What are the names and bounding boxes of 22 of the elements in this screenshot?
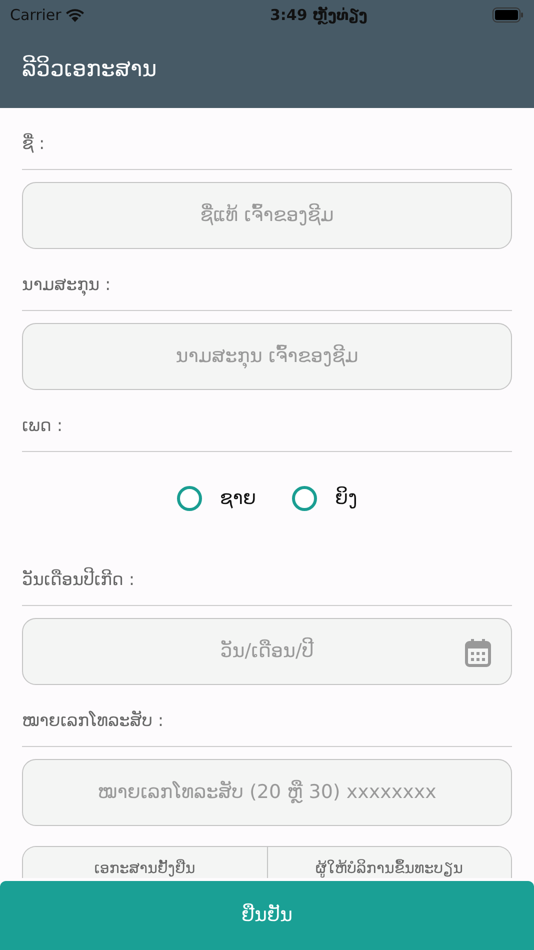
input-field[interactable]: ນາມສະກຸນ ເຈົ້າຂອງຊີມ	[22, 323, 512, 390]
field-label: ວັນເດືອນປີເກີດ :	[22, 568, 135, 593]
segment-tab[interactable]: ຜູ້ໃຫ້ບໍລິການຂຶ້ນທະບຽນ	[266, 847, 511, 878]
field-label: ໝາຍເລກໂທລະສັບ :	[22, 710, 164, 732]
battery-icon	[492, 7, 524, 23]
confirm-button[interactable]: ຢືນຢັນ	[0, 881, 534, 950]
date-field[interactable]: ວັນ/ເດືອນ/ປີ	[22, 618, 512, 685]
placeholder-text: ວັນ/ເດືອນ/ປີ	[220, 636, 314, 667]
status-time: 3:49 ຫຼັງທ່ຽງ	[270, 4, 368, 26]
wifi-icon	[65, 8, 86, 22]
calendar-icon[interactable]	[465, 639, 491, 667]
radio-circle-icon[interactable]	[176, 486, 202, 510]
carrier-label: Carrier	[10, 4, 62, 26]
input-field[interactable]: ຊື່ແທ້ ເຈົ້າຂອງຊີມ	[22, 182, 512, 249]
input-field[interactable]: ໝາຍເລກໂທລະສັບ (20 ຫຼື 30) xxxxxxxx	[22, 759, 512, 826]
screen-title: ລີວິວເອກະສານ	[22, 54, 157, 84]
radio-option[interactable]: ຊາຍ	[176, 484, 256, 512]
field-label: ຊື່ :	[22, 132, 45, 156]
radio-option[interactable]: ຍິງ	[292, 484, 358, 512]
radio-circle-icon[interactable]	[292, 486, 318, 510]
field-label: ນາມສະກຸນ :	[22, 274, 111, 298]
field-label: ເພດ :	[22, 414, 63, 438]
